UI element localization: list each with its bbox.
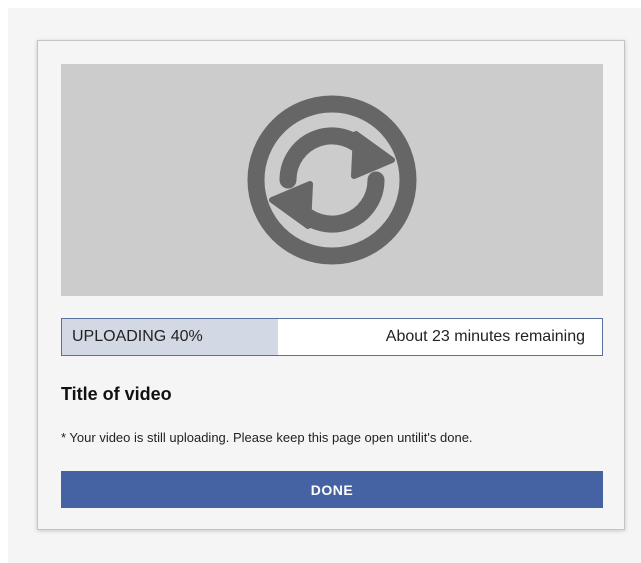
upload-notice: * Your video is still uploading. Please … <box>61 430 473 445</box>
sync-icon <box>247 95 417 265</box>
upload-progress-label: UPLOADING 40% <box>72 328 203 345</box>
time-remaining-label: About 23 minutes remaining <box>385 328 585 345</box>
upload-progress-bar: UPLOADING 40% About 23 minutes remaining <box>61 318 603 356</box>
upload-dialog: UPLOADING 40% About 23 minutes remaining… <box>37 40 625 530</box>
canvas-margin-left <box>0 0 8 563</box>
video-title: Title of video <box>61 384 172 404</box>
done-button[interactable]: DONE <box>61 471 603 508</box>
video-thumbnail-placeholder <box>61 64 603 296</box>
canvas-margin-top <box>0 0 641 8</box>
